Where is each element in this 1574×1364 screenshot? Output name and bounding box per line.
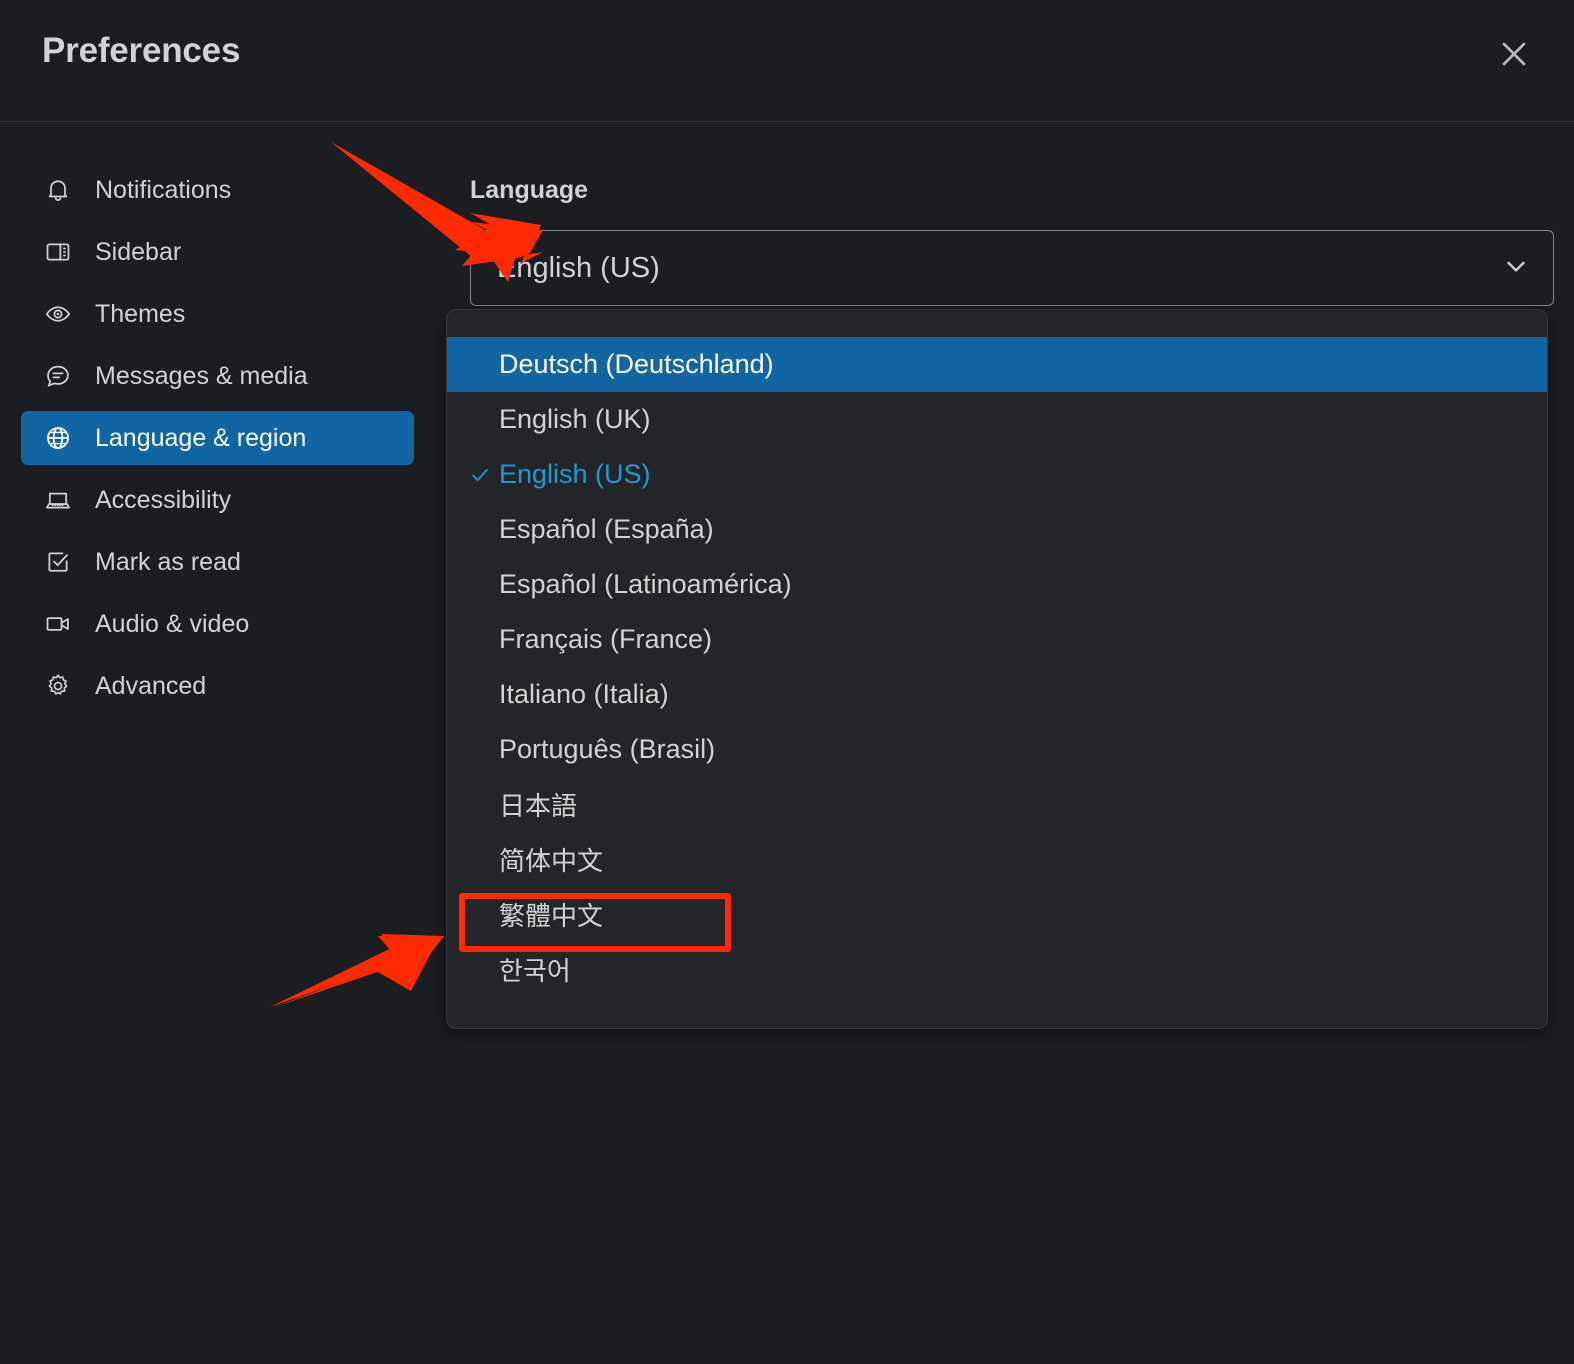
gear-icon [43,671,73,701]
chevron-down-icon [1501,251,1531,286]
dropdown-option-label: 한국어 [499,956,571,986]
sidebar-panel-icon [43,237,73,267]
dropdown-option-label: 日本語 [499,791,578,821]
sidebar-item-mark-as-read[interactable]: Mark as read [21,535,414,589]
eye-icon [43,299,73,329]
dropdown-option-label: Português (Brasil) [499,734,716,764]
language-dropdown-menu[interactable]: Deutsch (Deutschland) English (UK) Engli… [446,309,1548,1029]
dropdown-option[interactable]: 简体中文 [447,832,1547,887]
dropdown-option-highlighted[interactable]: 繁體中文 [447,887,1547,942]
bell-icon [43,175,73,205]
dropdown-option[interactable]: Français (France) [447,612,1547,667]
dropdown-option[interactable]: Português (Brasil) [447,722,1547,777]
dropdown-option[interactable]: 日本語 [447,777,1547,832]
sidebar-item-label: Audio & video [95,609,250,638]
dropdown-option-label: Español (España) [499,514,714,544]
sidebar-item-label: Themes [95,299,186,328]
preferences-sidebar: Notifications Sidebar Themes Messages & … [0,123,440,1364]
dropdown-option-label: 简体中文 [499,846,604,876]
dropdown-option[interactable]: Español (España) [447,502,1547,557]
video-camera-icon [43,609,73,639]
dropdown-option-label: Deutsch (Deutschland) [499,349,774,379]
close-button[interactable] [1492,32,1536,76]
dropdown-option-label: Français (France) [499,624,713,654]
preferences-content: Language English (US) Deutsch (Deutschla… [440,123,1574,1364]
close-icon [1497,37,1531,71]
sidebar-item-notifications[interactable]: Notifications [21,163,414,217]
checkmark-icon [469,464,491,486]
sidebar-item-audio-video[interactable]: Audio & video [21,597,414,651]
checkbox-icon [43,547,73,577]
sidebar-item-label: Notifications [95,175,232,204]
sidebar-item-sidebar[interactable]: Sidebar [21,225,414,279]
message-bubble-icon [43,361,73,391]
dropdown-option-label: English (US) [499,459,651,489]
sidebar-item-advanced[interactable]: Advanced [21,659,414,713]
dropdown-option[interactable]: 한국어 [447,942,1547,997]
dialog-header: Preferences [0,0,1574,122]
sidebar-item-label: Accessibility [95,485,232,514]
language-select[interactable]: English (US) [470,230,1554,306]
dropdown-option-label: 繁體中文 [499,901,604,931]
sidebar-item-accessibility[interactable]: Accessibility [21,473,414,527]
sidebar-item-label: Messages & media [95,361,308,390]
sidebar-item-language-region[interactable]: Language & region [21,411,414,465]
dropdown-option[interactable]: Español (Latinoamérica) [447,557,1547,612]
language-section-label: Language [470,176,589,204]
sidebar-item-label: Mark as read [95,547,241,576]
dropdown-option[interactable]: English (UK) [447,392,1547,447]
dropdown-option-label: Italiano (Italia) [499,679,669,709]
sidebar-item-label: Advanced [95,671,207,700]
sidebar-item-label: Sidebar [95,237,182,266]
page-title: Preferences [42,31,241,70]
globe-icon [43,423,73,453]
dropdown-option-label: English (UK) [499,404,651,434]
sidebar-item-themes[interactable]: Themes [21,287,414,341]
dropdown-option[interactable]: Italiano (Italia) [447,667,1547,722]
dropdown-option-selected[interactable]: English (US) [447,447,1547,502]
sidebar-item-messages-media[interactable]: Messages & media [21,349,414,403]
language-select-value: English (US) [497,251,660,284]
preferences-dialog: Preferences Notifications Sidebar Themes… [0,0,1574,1364]
dropdown-option-label: Español (Latinoamérica) [499,569,792,599]
dropdown-option[interactable]: Deutsch (Deutschland) [447,337,1547,392]
sidebar-item-label: Language & region [95,423,307,452]
laptop-icon [43,485,73,515]
